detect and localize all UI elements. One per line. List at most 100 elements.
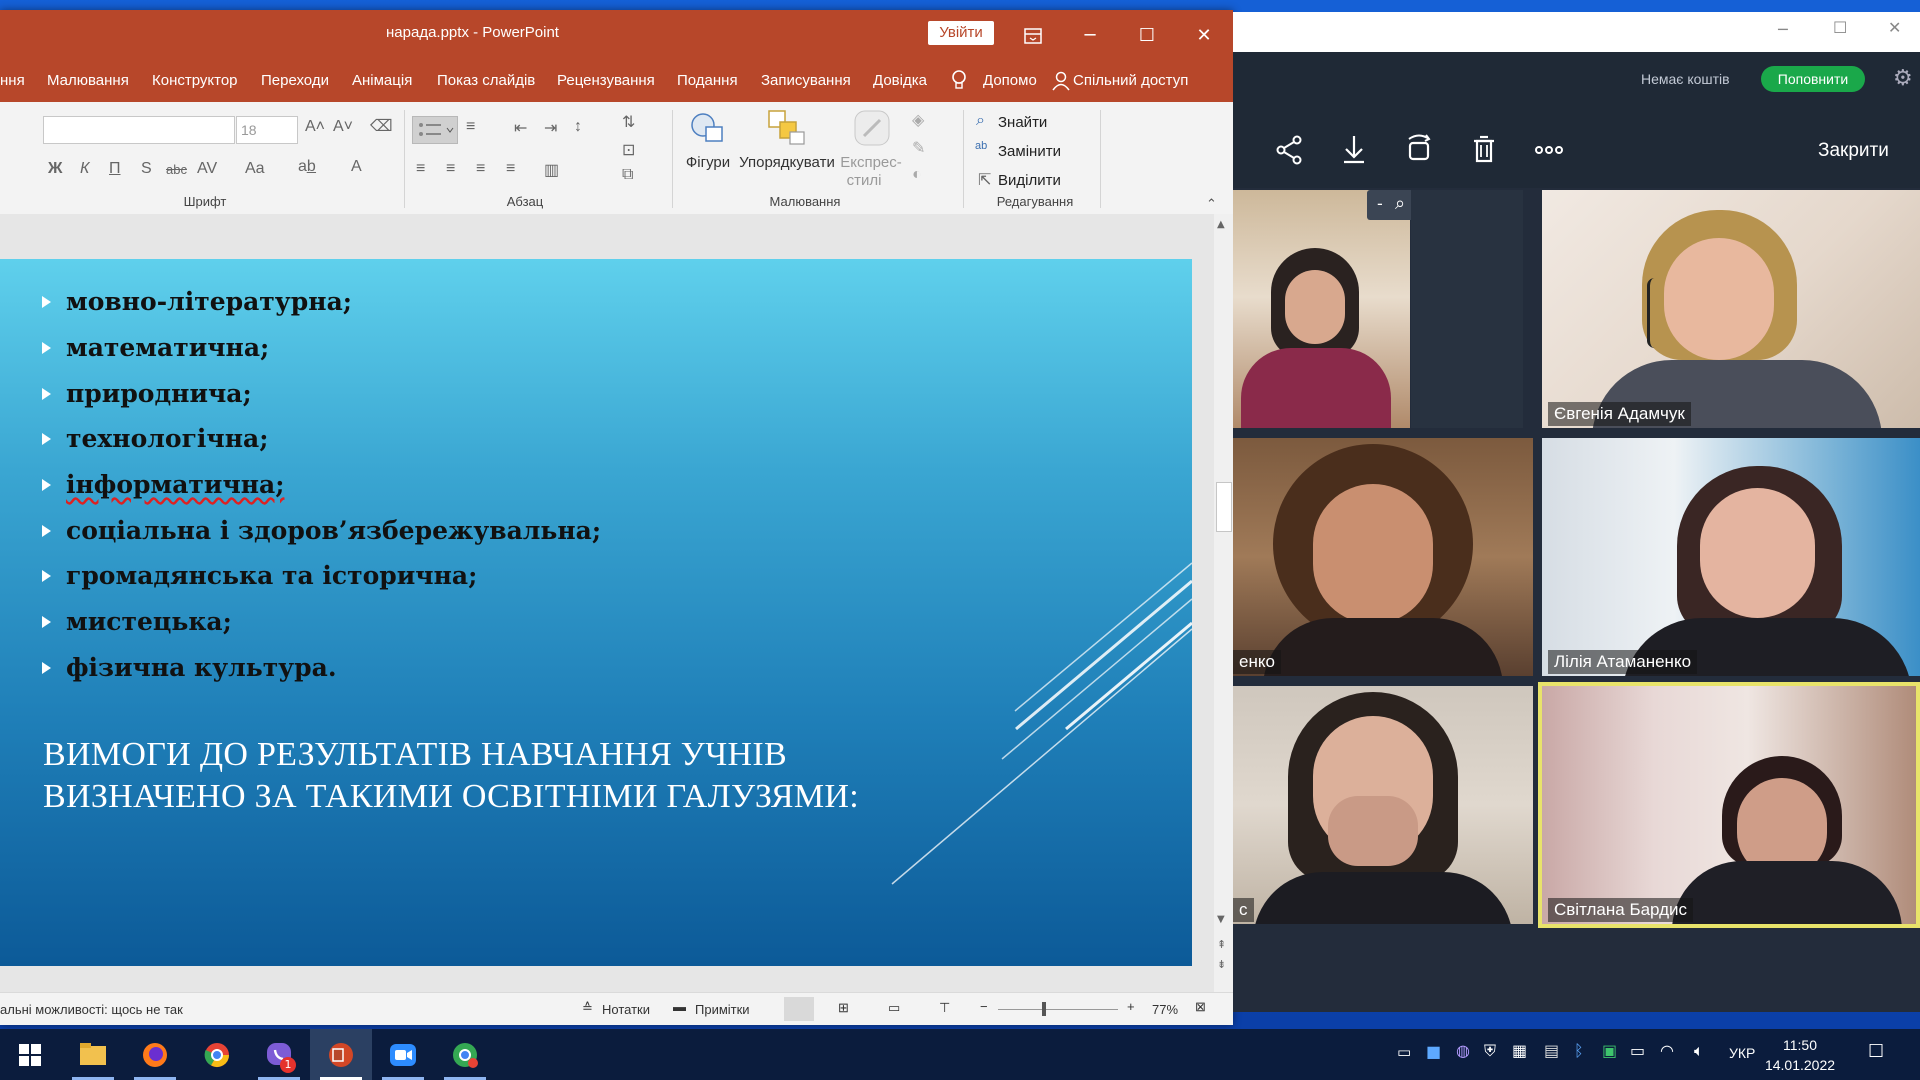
ribbon-display-options-icon[interactable] xyxy=(1005,10,1061,62)
bullets-button[interactable] xyxy=(412,116,458,144)
zoom-level[interactable]: 77% xyxy=(1152,1002,1178,1017)
bullet-item[interactable]: соціальна і здоров’язбережувальна; xyxy=(42,516,601,545)
find-button[interactable]: Знайти xyxy=(998,114,1047,131)
clear-formatting-icon[interactable]: ⌫ xyxy=(370,116,393,136)
maximize-icon[interactable]: ☐ xyxy=(1833,18,1847,37)
participant-tile[interactable] xyxy=(1233,190,1410,428)
highlight-icon[interactable]: ab̲ xyxy=(298,158,316,176)
zoom-slider-thumb[interactable] xyxy=(1042,1002,1046,1016)
chrome-profile-icon[interactable] xyxy=(434,1029,496,1080)
tell-me-search[interactable]: Допомо xyxy=(983,72,1037,89)
close-icon[interactable]: ✕ xyxy=(1176,10,1232,62)
shape-fill-icon[interactable]: ◈ xyxy=(912,110,924,130)
zoom-out-button[interactable]: - xyxy=(1377,194,1383,213)
font-size-select[interactable]: 18 xyxy=(236,116,298,144)
numbering-icon[interactable]: ≡ xyxy=(466,118,475,136)
download-icon[interactable] xyxy=(1332,128,1376,172)
line-spacing-icon[interactable]: ↕ xyxy=(574,118,582,136)
tab-design[interactable]: Конструктор xyxy=(152,72,238,89)
columns-icon[interactable]: ▥ xyxy=(544,160,559,180)
zoom-icon[interactable] xyxy=(372,1029,434,1080)
shape-effects-icon[interactable]: ◐ xyxy=(912,166,922,184)
bullet-item[interactable]: фізична культура. xyxy=(42,653,337,682)
magnifier-icon[interactable]: ⌕ xyxy=(1395,193,1405,214)
zoom-out-icon[interactable]: − xyxy=(980,999,988,1014)
shapes-icon[interactable] xyxy=(688,108,730,153)
font-family-select[interactable] xyxy=(43,116,235,144)
share-button[interactable]: Спільний доступ xyxy=(1073,72,1188,89)
zoom-tray-icon[interactable]: ■ xyxy=(1426,1042,1441,1061)
participant-tile[interactable]: с xyxy=(1233,686,1533,924)
fit-to-window-icon[interactable]: ⊠ xyxy=(1195,999,1206,1015)
underline-button[interactable]: П xyxy=(109,160,121,178)
battery-icon[interactable]: ▭ xyxy=(1630,1041,1645,1060)
clock[interactable]: 11:50 14.01.2022 xyxy=(1760,1035,1840,1075)
scroll-up-icon[interactable]: ▲ xyxy=(1217,219,1225,230)
tab-partial[interactable]: ння xyxy=(0,72,25,89)
active-speaker-tile[interactable]: Світлана Бардис xyxy=(1538,682,1920,928)
close-icon[interactable]: ✕ xyxy=(1888,18,1901,37)
previous-slide-icon[interactable]: ⇞ xyxy=(1217,938,1226,951)
scroll-thumb[interactable] xyxy=(1216,482,1232,532)
shrink-font-icon[interactable]: A˅ xyxy=(333,118,353,136)
participant-tile[interactable]: енко xyxy=(1233,438,1533,676)
strikethrough-button[interactable]: abc xyxy=(166,162,187,177)
notes-button[interactable]: Нотатки xyxy=(602,1002,650,1017)
bullet-item[interactable]: природнича; xyxy=(42,379,252,408)
trash-icon[interactable] xyxy=(1462,128,1506,172)
firefox-icon[interactable] xyxy=(124,1029,186,1080)
powerpoint-taskbar-icon[interactable] xyxy=(310,1029,372,1080)
comments-button[interactable]: Примітки xyxy=(695,1002,750,1017)
app-tray-icon[interactable]: ▣ xyxy=(1602,1041,1617,1060)
share-icon[interactable] xyxy=(1267,128,1311,172)
display-icon[interactable]: ▭ xyxy=(1397,1043,1411,1061)
bullet-item[interactable]: математична; xyxy=(42,333,269,362)
scroll-down-icon[interactable]: ▼ xyxy=(1217,914,1225,925)
start-button[interactable] xyxy=(0,1029,62,1080)
align-right-icon[interactable]: ≡ xyxy=(476,160,485,178)
align-left-icon[interactable]: ≡ xyxy=(416,160,425,178)
notifications-icon[interactable]: ☐ xyxy=(1868,1041,1884,1062)
replace-button[interactable]: Замінити xyxy=(998,143,1061,160)
bold-button[interactable]: Ж xyxy=(48,160,62,178)
zoom-slider[interactable] xyxy=(998,1009,1118,1010)
quick-styles-icon[interactable] xyxy=(852,108,892,153)
close-button[interactable]: Закрити xyxy=(1818,140,1889,162)
arrange-button[interactable]: Упорядкувати xyxy=(735,154,839,171)
reading-view-icon[interactable]: ▭ xyxy=(888,1000,900,1016)
sign-in-button[interactable]: Увійти xyxy=(928,21,994,45)
keyboard-icon[interactable]: ▤ xyxy=(1544,1041,1559,1060)
wifi-icon[interactable]: ◠ xyxy=(1660,1041,1674,1060)
tab-review[interactable]: Рецензування xyxy=(557,72,655,89)
tab-help[interactable]: Довідка xyxy=(873,72,927,89)
meeting-titlebar[interactable]: ─ ☐ ✕ xyxy=(1233,12,1920,52)
participant-tile[interactable]: Лілія Атаманенко xyxy=(1542,438,1920,676)
volume-icon[interactable]: 🔈︎ xyxy=(1694,1041,1704,1061)
decrease-indent-icon[interactable]: ⇤ xyxy=(514,118,527,138)
italic-button[interactable]: К xyxy=(80,160,89,178)
tab-transitions[interactable]: Переходи xyxy=(261,72,329,89)
shapes-button[interactable]: Фігури xyxy=(680,154,736,171)
slide-sorter-icon[interactable]: ⊞ xyxy=(838,1000,849,1016)
tab-view[interactable]: Подання xyxy=(677,72,738,89)
participant-tile[interactable]: Євгенія Адамчук xyxy=(1542,190,1920,428)
slide-canvas[interactable]: мовно-літературна; математична; природни… xyxy=(0,259,1192,966)
more-options-icon[interactable] xyxy=(1527,128,1571,172)
select-button[interactable]: Виділити xyxy=(998,172,1061,189)
tab-slideshow[interactable]: Показ слайдів xyxy=(437,72,535,89)
viber-icon[interactable]: 1 xyxy=(248,1029,310,1080)
accessibility-status[interactable]: альні можливості: щось не так xyxy=(0,1002,183,1017)
increase-indent-icon[interactable]: ⇥ xyxy=(544,118,557,138)
network-drive-icon[interactable]: ▦ xyxy=(1512,1041,1527,1060)
normal-view-icon[interactable] xyxy=(784,997,814,1021)
bullet-item[interactable]: технологічна; xyxy=(42,424,268,453)
text-direction-icon[interactable]: ⇅ xyxy=(622,112,635,132)
tab-draw[interactable]: Малювання xyxy=(47,72,129,89)
tab-recording[interactable]: Записування xyxy=(761,72,851,89)
chrome-icon[interactable] xyxy=(186,1029,248,1080)
align-text-icon[interactable]: ⊡ xyxy=(622,140,635,160)
bullet-item[interactable]: інформатична; xyxy=(42,470,284,499)
next-slide-icon[interactable]: ⇟ xyxy=(1217,958,1226,971)
input-language[interactable]: УКР xyxy=(1729,1045,1755,1061)
change-case-button[interactable]: Aa xyxy=(245,160,265,178)
